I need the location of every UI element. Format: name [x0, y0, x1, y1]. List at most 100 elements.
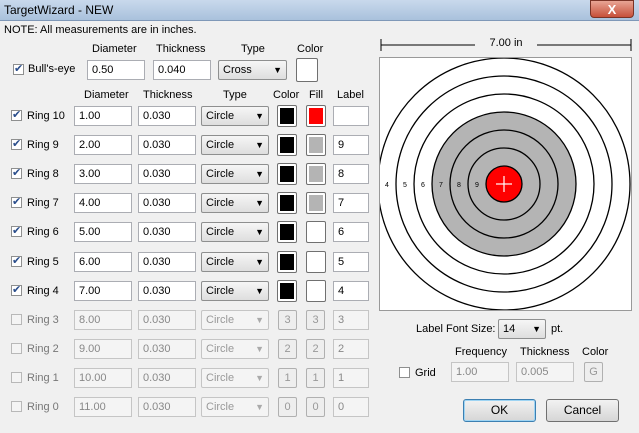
ring-checkbox[interactable] [11, 108, 22, 121]
ring-label-input[interactable]: 6 [333, 222, 369, 242]
ring-diameter-input[interactable]: 7.00 [74, 281, 132, 301]
chevron-down-icon: ▼ [255, 286, 264, 296]
ring-fill-button[interactable]: 0 [306, 397, 325, 417]
ring-color-button[interactable]: 0 [278, 397, 297, 417]
ring-type-select[interactable]: Circle ▼ [201, 310, 269, 330]
ring-fill-swatch[interactable] [306, 192, 326, 214]
ring-diameter-input[interactable]: 6.00 [74, 252, 132, 272]
ring-thickness-input[interactable]: 0.030 [138, 368, 196, 388]
ring-checkbox[interactable] [11, 137, 22, 150]
ring-fill-swatch[interactable] [306, 251, 326, 273]
ring-color-button[interactable]: 3 [278, 310, 297, 330]
bullseye-checkbox[interactable] [13, 62, 24, 75]
ring-label-input[interactable]: 2 [333, 339, 369, 359]
ring-type-select[interactable]: Circle ▼ [201, 397, 269, 417]
ring-thickness-input[interactable]: 0.030 [138, 310, 196, 330]
bullseye-color-swatch[interactable] [296, 58, 318, 82]
ring-fill-swatch[interactable] [306, 163, 326, 185]
ring-thickness-input[interactable]: 0.030 [138, 222, 196, 242]
ok-button[interactable]: OK [463, 399, 536, 422]
ring-thickness-input[interactable]: 0.030 [138, 106, 196, 126]
ring-diameter-input[interactable]: 4.00 [74, 193, 132, 213]
grid-checkbox[interactable] [399, 367, 410, 378]
ring-checkbox[interactable] [11, 343, 22, 354]
ring-diameter-input[interactable]: 9.00 [74, 339, 132, 359]
ring-thickness-input[interactable]: 0.030 [138, 397, 196, 417]
ring-checkbox[interactable] [11, 283, 22, 296]
ring-type-select[interactable]: Circle ▼ [201, 339, 269, 359]
ring-type-select[interactable]: Circle ▼ [201, 193, 269, 213]
ring-type-select[interactable]: Circle ▼ [201, 135, 269, 155]
ring-type-select[interactable]: Circle ▼ [201, 368, 269, 388]
ring-thickness-input[interactable]: 0.030 [138, 339, 196, 359]
ring-color-button[interactable]: 2 [278, 339, 297, 359]
ring-label-input[interactable] [333, 106, 369, 126]
ring-type-select[interactable]: Circle ▼ [201, 252, 269, 272]
bullseye-type-select[interactable]: Cross ▼ [218, 60, 287, 80]
ring-label-input[interactable]: 4 [333, 281, 369, 301]
ring-checkbox[interactable] [11, 401, 22, 412]
grid-frequency-input[interactable]: 1.00 [451, 362, 509, 382]
ring-type-select[interactable]: Circle ▼ [201, 281, 269, 301]
ring-checkbox[interactable] [11, 195, 22, 208]
chevron-down-icon: ▼ [255, 402, 264, 412]
cancel-button[interactable]: Cancel [546, 399, 619, 422]
ring-color-button[interactable]: 1 [278, 368, 297, 388]
ring-diameter-input[interactable]: 11.00 [74, 397, 132, 417]
label-font-size-value: 14 [503, 323, 516, 335]
ring-diameter-input[interactable]: 1.00 [74, 106, 132, 126]
ring-fill-button[interactable]: 1 [306, 368, 325, 388]
ring-label-input[interactable]: 9 [333, 135, 369, 155]
ring-color-fill [280, 224, 294, 240]
ring-label-header: Label [337, 89, 364, 101]
ring-color-swatch[interactable] [277, 105, 297, 127]
label-font-size-select[interactable]: 14 ▼ [498, 319, 546, 339]
close-button[interactable]: X [590, 0, 634, 18]
ring-color-swatch[interactable] [277, 251, 297, 273]
ring-type-select[interactable]: Circle ▼ [201, 106, 269, 126]
ring-color-swatch[interactable] [277, 192, 297, 214]
ring-label-input[interactable]: 7 [333, 193, 369, 213]
ring-type-select[interactable]: Circle ▼ [201, 164, 269, 184]
ring-checkbox[interactable] [11, 166, 22, 179]
ring-diameter-input[interactable]: 8.00 [74, 310, 132, 330]
ring-color-swatch[interactable] [277, 163, 297, 185]
ring-diameter-input[interactable]: 3.00 [74, 164, 132, 184]
ring-fill-button[interactable]: 2 [306, 339, 325, 359]
ring-color-swatch[interactable] [277, 221, 297, 243]
ring-checkbox[interactable] [11, 314, 22, 325]
grid-color-button[interactable]: G [584, 362, 603, 382]
ring-type-select[interactable]: Circle ▼ [201, 222, 269, 242]
bullseye-diameter-input[interactable]: 0.50 [87, 60, 145, 80]
ring-thickness-input[interactable]: 0.030 [138, 193, 196, 213]
grid-thickness-input[interactable]: 0.005 [516, 362, 574, 382]
ring-checkbox[interactable] [11, 254, 22, 267]
ring-fill-swatch[interactable] [306, 105, 326, 127]
ring-diameter-input[interactable]: 2.00 [74, 135, 132, 155]
ring-fill-swatch[interactable] [306, 280, 326, 302]
ring-color-fill [280, 195, 294, 211]
ring-color-swatch[interactable] [277, 134, 297, 156]
ring-label-input[interactable]: 3 [333, 310, 369, 330]
ring-fill-color [309, 166, 323, 182]
bullseye-label: Bull's-eye [28, 63, 76, 75]
ring-label-input[interactable]: 8 [333, 164, 369, 184]
ring-fill-swatch[interactable] [306, 134, 326, 156]
ring-label-input[interactable]: 5 [333, 252, 369, 272]
ring-checkbox[interactable] [11, 224, 22, 237]
ring-diameter-input[interactable]: 5.00 [74, 222, 132, 242]
chevron-down-icon: ▼ [255, 169, 264, 179]
ring-thickness-input[interactable]: 0.030 [138, 252, 196, 272]
ring-checkbox[interactable] [11, 372, 22, 383]
ring-fill-button[interactable]: 3 [306, 310, 325, 330]
ring-fill-swatch[interactable] [306, 221, 326, 243]
ring-color-swatch[interactable] [277, 280, 297, 302]
ring-thickness-input[interactable]: 0.030 [138, 135, 196, 155]
ring-label-input[interactable]: 1 [333, 368, 369, 388]
ring-fill-color [309, 283, 323, 299]
bullseye-thickness-input[interactable]: 0.040 [153, 60, 211, 80]
ring-thickness-input[interactable]: 0.030 [138, 164, 196, 184]
ring-thickness-input[interactable]: 0.030 [138, 281, 196, 301]
ring-label-input[interactable]: 0 [333, 397, 369, 417]
ring-diameter-input[interactable]: 10.00 [74, 368, 132, 388]
